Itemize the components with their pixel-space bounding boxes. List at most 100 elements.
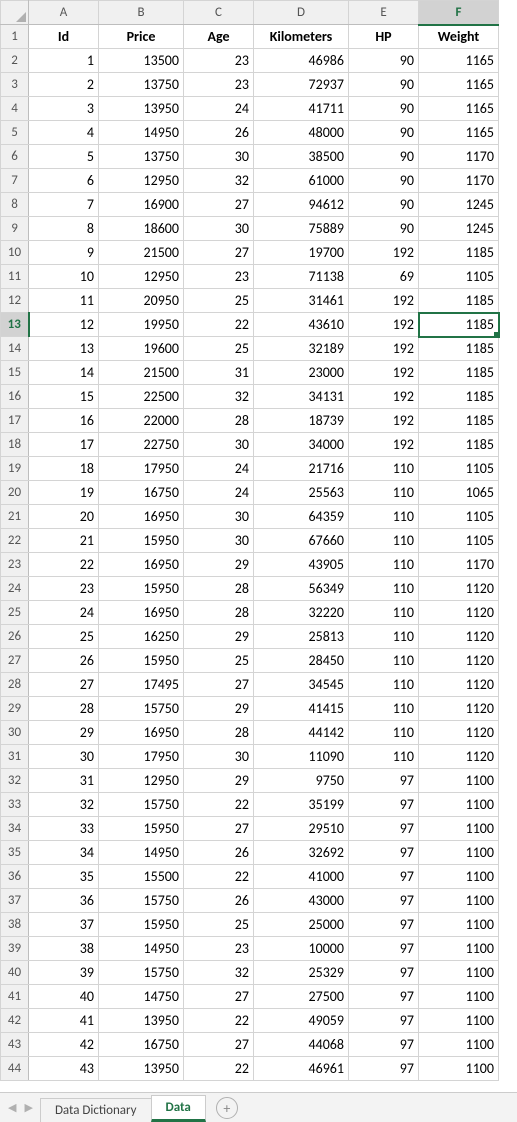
column-header-B[interactable]: B (99, 1, 184, 25)
cell[interactable]: 24 (184, 457, 254, 481)
cell[interactable]: 192 (349, 313, 419, 337)
cell[interactable]: 20950 (99, 289, 184, 313)
cell[interactable]: 38 (29, 937, 99, 961)
cell[interactable]: 23 (184, 49, 254, 73)
cell[interactable]: 192 (349, 289, 419, 313)
cell[interactable]: 8 (29, 217, 99, 241)
cell[interactable]: 15950 (99, 817, 184, 841)
header-cell[interactable]: Price (99, 25, 184, 49)
cell[interactable]: 97 (349, 985, 419, 1009)
cell[interactable]: 30 (184, 433, 254, 457)
cell[interactable]: 27 (184, 193, 254, 217)
cell[interactable]: 1185 (419, 385, 499, 409)
cell[interactable]: 27500 (254, 985, 349, 1009)
cell[interactable]: 28 (184, 409, 254, 433)
cell[interactable]: 35 (29, 865, 99, 889)
cell[interactable]: 13950 (99, 97, 184, 121)
cell[interactable]: 33 (29, 817, 99, 841)
cell[interactable]: 1120 (419, 745, 499, 769)
cell[interactable]: 17950 (99, 457, 184, 481)
cell[interactable]: 27 (29, 673, 99, 697)
row-header[interactable]: 22 (1, 529, 29, 553)
row-header[interactable]: 25 (1, 601, 29, 625)
cell[interactable]: 18739 (254, 409, 349, 433)
cell[interactable]: 41 (29, 1009, 99, 1033)
cell[interactable]: 23 (184, 73, 254, 97)
cell[interactable]: 22 (29, 553, 99, 577)
cell[interactable]: 1105 (419, 457, 499, 481)
cell[interactable]: 43 (29, 1057, 99, 1081)
cell[interactable]: 14950 (99, 841, 184, 865)
tab-nav-arrows[interactable]: ◀ ▶ (0, 1093, 41, 1122)
cell[interactable]: 90 (349, 169, 419, 193)
row-header[interactable]: 39 (1, 937, 29, 961)
row-header[interactable]: 18 (1, 433, 29, 457)
cell[interactable]: 110 (349, 481, 419, 505)
cell[interactable]: 1165 (419, 73, 499, 97)
cell[interactable]: 17 (29, 433, 99, 457)
cell[interactable]: 90 (349, 217, 419, 241)
cell[interactable]: 110 (349, 529, 419, 553)
cell[interactable]: 32 (184, 385, 254, 409)
cell[interactable]: 19 (29, 481, 99, 505)
row-header[interactable]: 3 (1, 73, 29, 97)
cell[interactable]: 56349 (254, 577, 349, 601)
cell[interactable]: 26 (29, 649, 99, 673)
cell[interactable]: 16900 (99, 193, 184, 217)
cell[interactable]: 1100 (419, 1033, 499, 1057)
cell[interactable]: 15950 (99, 649, 184, 673)
sheet-tab[interactable]: Data (151, 1095, 206, 1122)
cell[interactable]: 17495 (99, 673, 184, 697)
cell[interactable]: 1100 (419, 817, 499, 841)
cell[interactable]: 25 (184, 913, 254, 937)
cell[interactable]: 90 (349, 49, 419, 73)
cell[interactable]: 9750 (254, 769, 349, 793)
cell[interactable]: 1185 (419, 433, 499, 457)
cell[interactable]: 67660 (254, 529, 349, 553)
row-header[interactable]: 31 (1, 745, 29, 769)
cell[interactable]: 49059 (254, 1009, 349, 1033)
cell[interactable]: 21 (29, 529, 99, 553)
row-header[interactable]: 44 (1, 1057, 29, 1081)
cell[interactable]: 97 (349, 1009, 419, 1033)
header-cell[interactable]: HP (349, 25, 419, 49)
cell[interactable]: 1100 (419, 985, 499, 1009)
cell[interactable]: 28450 (254, 649, 349, 673)
cell[interactable]: 36 (29, 889, 99, 913)
cell[interactable]: 13500 (99, 49, 184, 73)
cell[interactable]: 21500 (99, 361, 184, 385)
cell[interactable]: 22 (184, 793, 254, 817)
cell[interactable]: 1120 (419, 649, 499, 673)
cell[interactable]: 15950 (99, 529, 184, 553)
cell[interactable]: 15750 (99, 793, 184, 817)
cell[interactable]: 27 (184, 817, 254, 841)
cell[interactable]: 7 (29, 193, 99, 217)
cell[interactable]: 41711 (254, 97, 349, 121)
cell[interactable]: 26 (184, 841, 254, 865)
row-header[interactable]: 34 (1, 817, 29, 841)
cell[interactable]: 28 (29, 697, 99, 721)
row-header[interactable]: 26 (1, 625, 29, 649)
row-header[interactable]: 9 (1, 217, 29, 241)
cell[interactable]: 110 (349, 553, 419, 577)
cell[interactable]: 13950 (99, 1057, 184, 1081)
row-header[interactable]: 29 (1, 697, 29, 721)
row-header[interactable]: 14 (1, 337, 29, 361)
header-cell[interactable]: Id (29, 25, 99, 49)
cell[interactable]: 192 (349, 361, 419, 385)
cell[interactable]: 1165 (419, 49, 499, 73)
cell[interactable]: 97 (349, 865, 419, 889)
cell[interactable]: 43905 (254, 553, 349, 577)
cell[interactable]: 97 (349, 841, 419, 865)
cell[interactable]: 1120 (419, 625, 499, 649)
cell[interactable]: 34000 (254, 433, 349, 457)
cell[interactable]: 27 (184, 673, 254, 697)
cell[interactable]: 16950 (99, 721, 184, 745)
cell[interactable]: 14750 (99, 985, 184, 1009)
cell[interactable]: 29 (184, 769, 254, 793)
cell[interactable]: 97 (349, 1057, 419, 1081)
cell[interactable]: 14950 (99, 121, 184, 145)
cell[interactable]: 6 (29, 169, 99, 193)
cell[interactable]: 34 (29, 841, 99, 865)
row-header[interactable]: 4 (1, 97, 29, 121)
